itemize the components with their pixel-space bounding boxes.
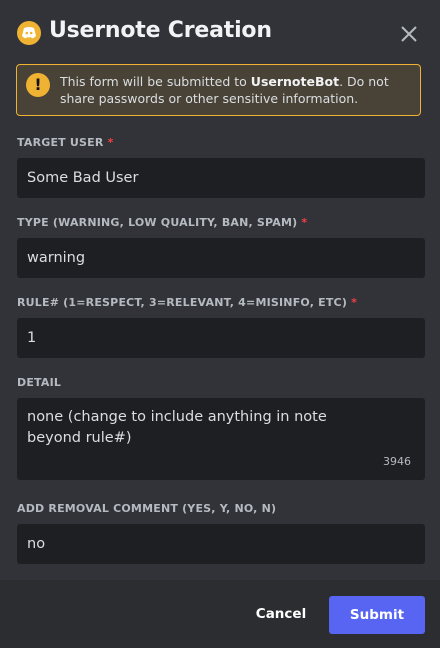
modal-header: Usernote Creation xyxy=(0,0,440,60)
cancel-button[interactable]: Cancel xyxy=(250,603,312,625)
rule-label: RULE# (1=RESPECT, 3=RELEVANT, 4=MISINFO,… xyxy=(17,296,357,309)
removal-comment-label: ADD REMOVAL COMMENT (YES, Y, NO, N) xyxy=(17,502,277,515)
required-marker: * xyxy=(301,216,308,229)
type-input[interactable]: warning xyxy=(17,238,425,278)
notice-text: This form will be submitted to UsernoteB… xyxy=(60,73,415,107)
rule-input[interactable]: 1 xyxy=(17,318,425,358)
modal-footer: Cancel Submit xyxy=(0,580,440,648)
notice-bot-name: UsernoteBot xyxy=(250,74,340,89)
detail-textarea[interactable]: none (change to include anything in note… xyxy=(17,398,425,480)
type-label: TYPE (WARNING, LOW QUALITY, BAN, SPAM) * xyxy=(17,216,307,229)
submit-button[interactable]: Submit xyxy=(329,596,425,634)
target-user-input[interactable]: Some Bad User xyxy=(17,158,425,198)
close-icon[interactable] xyxy=(399,24,419,44)
warning-icon: ! xyxy=(26,73,50,97)
warning-notice: ! This form will be submitted to Usernot… xyxy=(16,64,421,116)
detail-label: DETAIL xyxy=(17,376,62,389)
usernote-modal: Usernote Creation ! This form will be su… xyxy=(0,0,440,648)
notice-text-before: This form will be submitted to xyxy=(60,74,251,89)
discord-logo-icon xyxy=(17,21,41,45)
detail-text: none (change to include anything in note… xyxy=(27,409,327,446)
type-label-text: TYPE (WARNING, LOW QUALITY, BAN, SPAM) xyxy=(17,216,298,229)
required-marker: * xyxy=(107,136,114,149)
target-user-label-text: TARGET USER xyxy=(17,136,104,149)
modal-title: Usernote Creation xyxy=(49,18,272,43)
rule-label-text: RULE# (1=RESPECT, 3=RELEVANT, 4=MISINFO,… xyxy=(17,296,348,309)
character-counter: 3946 xyxy=(383,455,411,468)
required-marker: * xyxy=(351,296,358,309)
target-user-label: TARGET USER * xyxy=(17,136,114,149)
removal-comment-input[interactable]: no xyxy=(17,524,425,564)
